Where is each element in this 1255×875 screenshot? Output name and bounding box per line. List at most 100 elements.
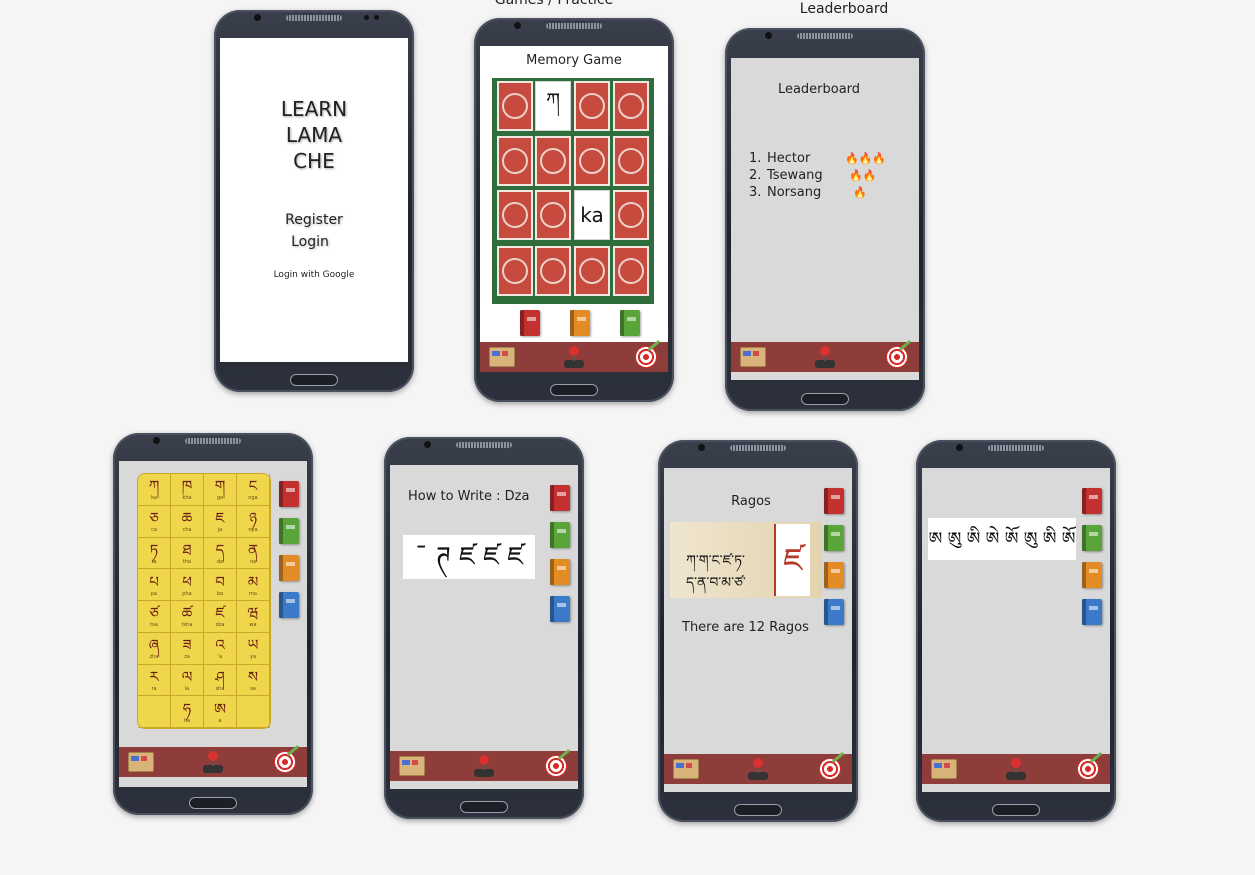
alphabet-cell[interactable]: ཉ nya (237, 505, 270, 538)
alphabet-cell[interactable]: ཚ tsha (171, 601, 204, 633)
home-button[interactable] (550, 384, 598, 396)
nav-leaderboard-button[interactable] (1074, 756, 1102, 782)
alphabet-cell[interactable]: མ ma (237, 569, 270, 601)
alphabet-cell[interactable]: འ'a (204, 632, 237, 665)
alphabet-cell[interactable]: ཞ zha (138, 632, 171, 665)
alphabet-cell[interactable]: ཤ sha (204, 664, 237, 697)
memory-card-face-tibetan[interactable]: ཀ (535, 81, 571, 131)
alphabet-cell[interactable]: ཟ za (171, 632, 204, 665)
nav-games-button[interactable] (199, 749, 227, 775)
book-icon-blue[interactable] (279, 592, 299, 618)
alphabet-cell[interactable]: ཡ ya (237, 632, 270, 665)
book-icon-red[interactable] (1082, 488, 1102, 514)
memory-card[interactable] (613, 246, 649, 296)
book-icon-red[interactable] (550, 485, 570, 511)
book-icon-orange[interactable] (550, 559, 570, 585)
book-icon-green[interactable] (550, 522, 570, 548)
book-icon-blue[interactable] (1082, 599, 1102, 625)
book-icon-blue[interactable] (824, 599, 844, 625)
alphabet-cell[interactable]: ཛ dza (204, 601, 237, 633)
book-icon-green[interactable] (1082, 525, 1102, 551)
memory-card[interactable] (535, 246, 571, 296)
nav-games-button[interactable] (560, 344, 588, 370)
memory-card-face-latin[interactable]: ka (574, 190, 610, 240)
screen: Leaderboard 1. Hector 🔥🔥🔥 2. Tsewang 🔥🔥 … (731, 58, 919, 380)
nav-leaderboard-button[interactable] (632, 344, 660, 370)
nav-leaderboard-button[interactable] (816, 756, 844, 782)
memory-card[interactable] (574, 246, 610, 296)
home-button[interactable] (189, 797, 237, 809)
nav-lessons-button[interactable] (739, 344, 767, 370)
memory-card[interactable] (574, 136, 610, 186)
alphabet-cell[interactable]: ལ la (171, 664, 204, 697)
alphabet-cell[interactable]: ག ga (204, 474, 237, 506)
alphabet-cell[interactable]: ཁ kha (171, 474, 204, 506)
alphabet-cell[interactable] (237, 696, 270, 728)
book-icon-green[interactable] (824, 525, 844, 551)
nav-games-button[interactable] (744, 756, 772, 782)
sensor (374, 15, 379, 20)
nav-lessons-button[interactable] (930, 756, 958, 782)
memory-card[interactable] (613, 136, 649, 186)
alphabet-cell[interactable]: ས sa (237, 664, 270, 697)
alphabet-letter: ལ (181, 667, 193, 686)
nav-leaderboard-button[interactable] (542, 753, 570, 779)
login-link[interactable]: Login (220, 234, 400, 250)
alphabet-cell[interactable]: ན na (237, 537, 270, 570)
nav-lessons-button[interactable] (672, 756, 700, 782)
alphabet-cell[interactable]: ཧ ha (171, 696, 204, 728)
leaderboard-row: 3. Norsang 🔥 (749, 184, 886, 201)
alphabet-cell[interactable]: ཝ wa (237, 601, 270, 633)
book-icon-orange[interactable] (1082, 562, 1102, 588)
alphabet-cell[interactable]: ཀ ka (138, 474, 171, 506)
book-icon-orange[interactable] (824, 562, 844, 588)
memory-card[interactable] (497, 136, 533, 186)
memory-card[interactable] (613, 190, 649, 240)
alphabet-cell[interactable]: ར ra (138, 664, 171, 697)
alphabet-cell[interactable]: ཅ ca (138, 505, 171, 538)
alphabet-cell[interactable]: ང nga (237, 474, 270, 506)
nav-lessons-button[interactable] (127, 749, 155, 775)
nav-leaderboard-button[interactable] (271, 749, 299, 775)
nav-lessons-button[interactable] (488, 344, 516, 370)
memory-card[interactable] (535, 190, 571, 240)
memory-card[interactable] (497, 81, 533, 131)
memory-card[interactable] (497, 190, 533, 240)
nav-games-button[interactable] (1002, 756, 1030, 782)
home-button[interactable] (801, 393, 849, 405)
book-icon-blue[interactable] (550, 596, 570, 622)
memory-card[interactable] (613, 81, 649, 131)
memory-card[interactable] (574, 81, 610, 131)
book-icon-green[interactable] (279, 518, 299, 544)
home-button[interactable] (992, 804, 1040, 816)
nav-lessons-button[interactable] (398, 753, 426, 779)
home-button[interactable] (290, 374, 338, 386)
book-icon-red[interactable] (279, 481, 299, 507)
alphabet-cell[interactable] (138, 696, 171, 728)
alphabet-cell[interactable]: ཕ pha (171, 569, 204, 601)
alphabet-cell[interactable]: ཨa (204, 696, 237, 728)
alphabet-cell[interactable]: ཙ tsa (138, 601, 171, 633)
alphabet-cell[interactable]: ཆ cha (171, 505, 204, 538)
register-link[interactable]: Register (220, 212, 408, 228)
alphabet-cell[interactable]: ཏ ta (138, 537, 171, 570)
alphabet-cell[interactable]: ད da (204, 537, 237, 570)
home-button[interactable] (460, 801, 508, 813)
nav-games-button[interactable] (811, 344, 839, 370)
book-icon-green[interactable] (620, 310, 640, 336)
nav-games-button[interactable] (470, 753, 498, 779)
memory-card[interactable] (497, 246, 533, 296)
book-icon-red[interactable] (520, 310, 540, 336)
camera (424, 441, 431, 448)
memory-card[interactable] (535, 136, 571, 186)
alphabet-cell[interactable]: པ pa (138, 569, 171, 601)
book-icon-orange[interactable] (570, 310, 590, 336)
nav-leaderboard-button[interactable] (883, 344, 911, 370)
book-icon-orange[interactable] (279, 555, 299, 581)
alphabet-cell[interactable]: ཐ tha (171, 537, 204, 570)
google-login-link[interactable]: Login with Google (220, 270, 408, 280)
alphabet-cell[interactable]: ཇ ja (204, 505, 237, 538)
home-button[interactable] (734, 804, 782, 816)
alphabet-cell[interactable]: བ ba (204, 569, 237, 601)
book-icon-red[interactable] (824, 488, 844, 514)
